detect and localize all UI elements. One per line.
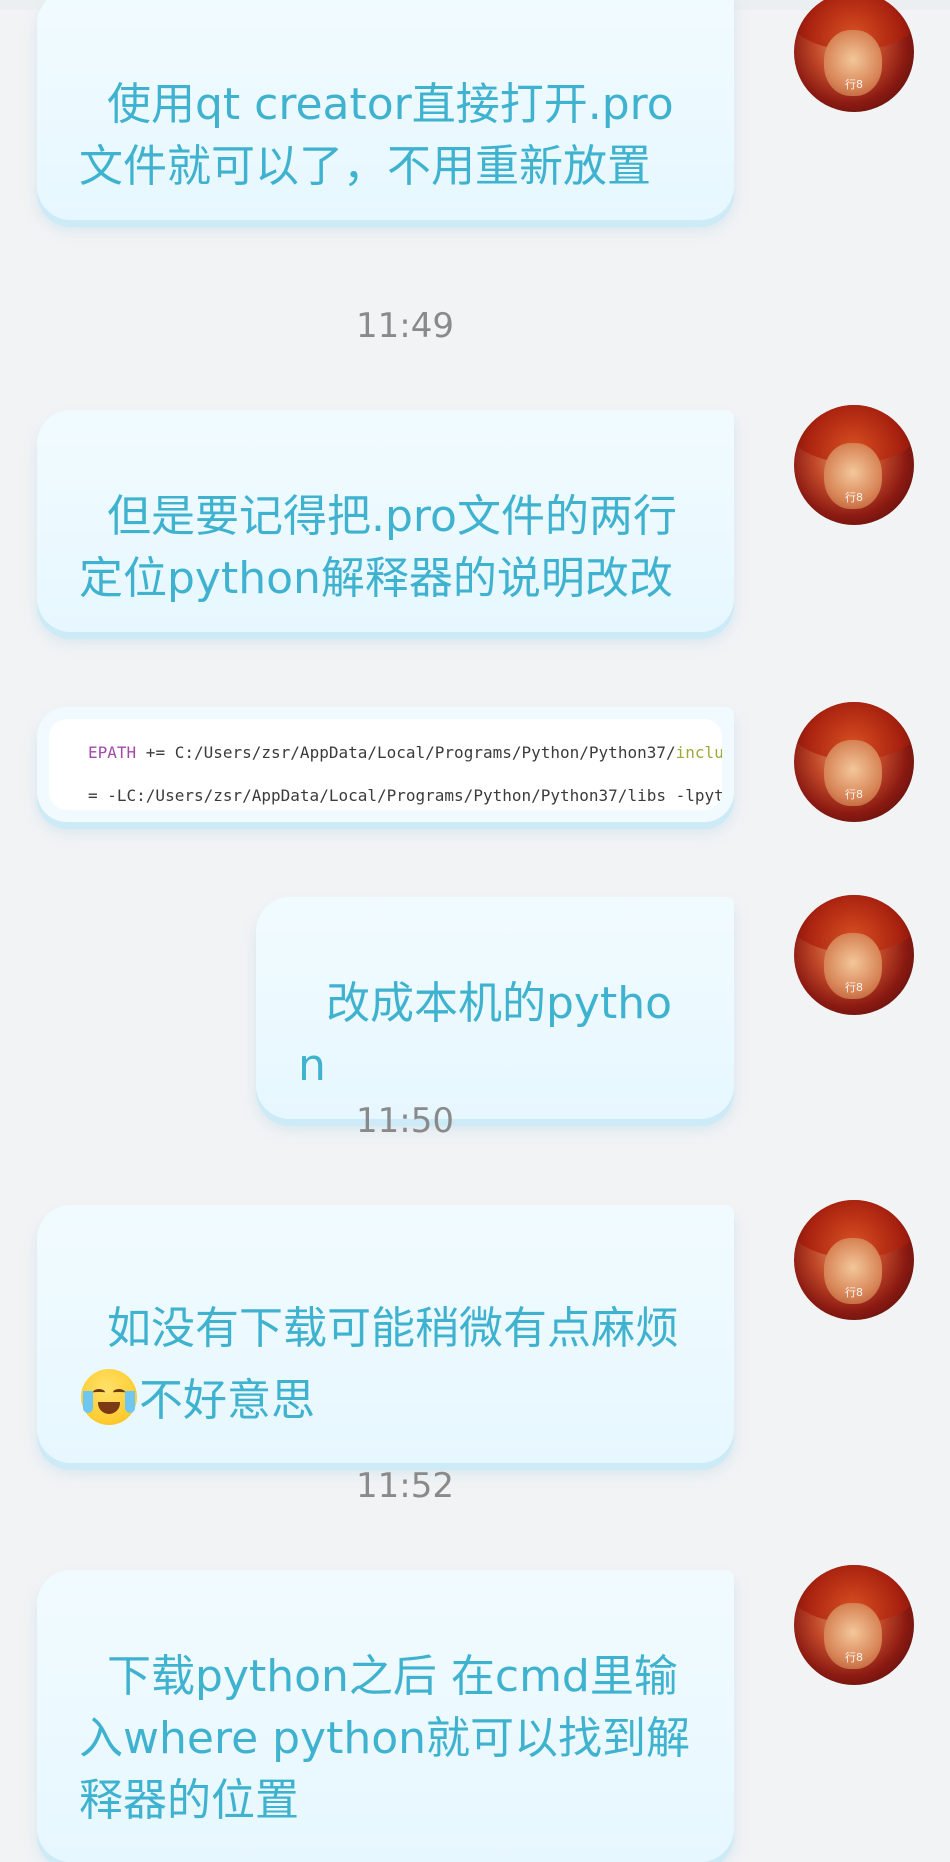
timestamp: 11:52 bbox=[356, 1466, 454, 1506]
avatar-watermark: 行8 bbox=[845, 1286, 863, 1299]
message-text: 但是要记得把.pro文件的两行定位python解释器的说明改改 bbox=[79, 491, 677, 604]
loudly-crying-emoji-icon bbox=[81, 1369, 137, 1425]
avatar[interactable]: 行8 bbox=[794, 0, 914, 112]
avatar[interactable]: 行8 bbox=[794, 895, 914, 1015]
message-text: 使用qt creator直接打开.pro文件就可以了，不用重新放置 bbox=[79, 79, 674, 192]
message-bubble[interactable]: 但是要记得把.pro文件的两行定位python解释器的说明改改 bbox=[37, 410, 734, 632]
code-image: EPATH += C:/Users/zsr/AppData/Local/Prog… bbox=[49, 719, 722, 810]
avatar-watermark: 行8 bbox=[845, 981, 863, 994]
message-text: 如没有下载可能稍微有点麻烦 bbox=[106, 1303, 679, 1354]
avatar[interactable]: 行8 bbox=[794, 405, 914, 525]
avatar-watermark: 行8 bbox=[845, 491, 863, 504]
message-text: 不好意思 bbox=[139, 1375, 315, 1426]
message-bubble[interactable]: 如没有下载可能稍微有点麻烦不好意思 bbox=[37, 1205, 734, 1463]
avatar[interactable]: 行8 bbox=[794, 1200, 914, 1320]
message-bubble[interactable]: 改成本机的python bbox=[256, 897, 734, 1119]
message-text: 下载python之后 在cmd里输入where python就可以找到解释器的位… bbox=[79, 1651, 691, 1826]
avatar-watermark: 行8 bbox=[845, 788, 863, 801]
avatar-watermark: 行8 bbox=[845, 1651, 863, 1664]
avatar[interactable]: 行8 bbox=[794, 702, 914, 822]
timestamp: 11:49 bbox=[356, 306, 454, 346]
code-line: EPATH += C:/Users/zsr/AppData/Local/Prog… bbox=[88, 743, 722, 762]
message-text: 改成本机的python bbox=[298, 978, 673, 1091]
avatar[interactable]: 行8 bbox=[794, 1565, 914, 1685]
timestamp: 11:50 bbox=[356, 1101, 454, 1141]
code-line: = -LC:/Users/zsr/AppData/Local/Programs/… bbox=[88, 786, 722, 805]
message-bubble[interactable]: 使用qt creator直接打开.pro文件就可以了，不用重新放置 bbox=[37, 0, 734, 220]
message-bubble[interactable]: 下载python之后 在cmd里输入where python就可以找到解释器的位… bbox=[37, 1570, 734, 1862]
avatar-watermark: 行8 bbox=[845, 78, 863, 91]
image-message-code-snippet[interactable]: EPATH += C:/Users/zsr/AppData/Local/Prog… bbox=[37, 707, 734, 822]
